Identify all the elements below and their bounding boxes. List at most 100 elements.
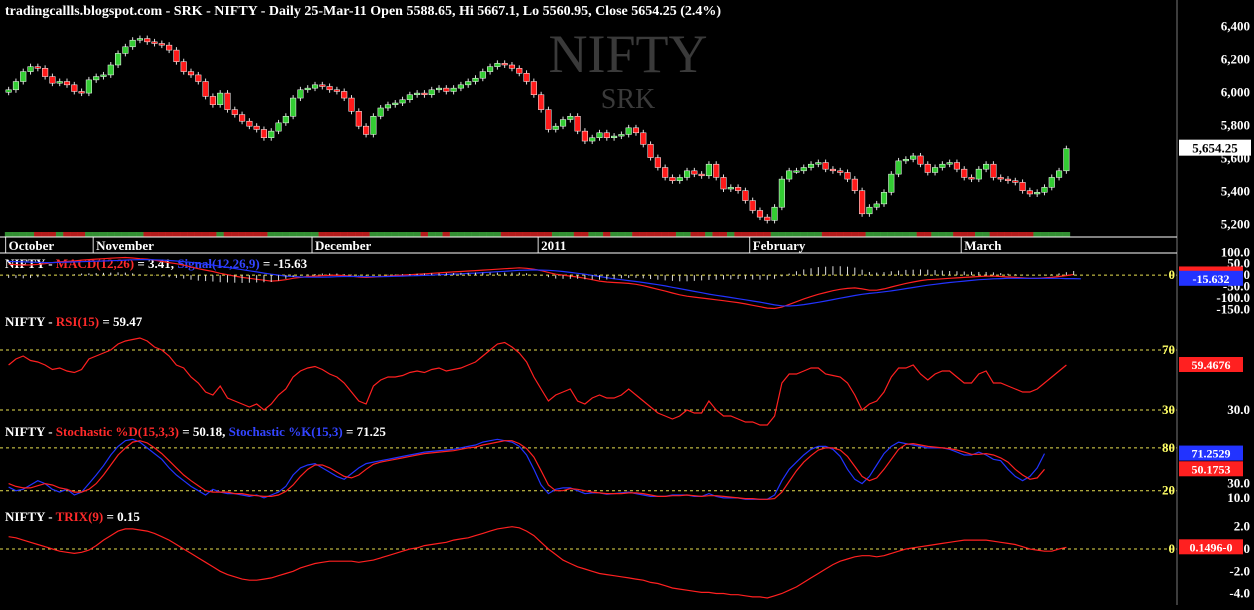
strip-segment [238, 232, 246, 237]
strip-segment [362, 232, 370, 237]
strip-segment [719, 232, 728, 237]
candle-body [705, 163, 712, 177]
strip-segment [296, 232, 305, 237]
candle-body [713, 163, 720, 178]
candle-body [698, 173, 705, 177]
candle-body [975, 168, 982, 180]
strip-segment [843, 232, 852, 237]
strip-segment [617, 232, 626, 237]
candle-body [115, 53, 122, 66]
strip-segment [668, 232, 677, 237]
trix-tick-label: -2.0 [1229, 563, 1250, 578]
strip-segment [916, 232, 925, 237]
candle-body [421, 92, 428, 96]
strip-segment [573, 232, 582, 237]
strip-segment [106, 232, 115, 237]
strip-segment [500, 232, 509, 237]
strip-segment [478, 232, 487, 237]
candle-body [538, 94, 545, 110]
strip-segment [632, 232, 640, 237]
candle-body [851, 178, 858, 191]
candle-body [239, 114, 246, 122]
price-tick-label: 5,800 [1221, 118, 1250, 133]
macd-tick-label: -150.0 [1216, 301, 1250, 316]
trix-last-value-label: 0.1496-0 [1190, 540, 1233, 554]
candle-body [953, 162, 960, 170]
strip-segment [318, 232, 327, 237]
candle-body [443, 87, 450, 92]
strip-segment [245, 232, 254, 237]
strip-segment [931, 232, 939, 237]
strip-segment [727, 232, 735, 237]
candle-body [662, 167, 669, 178]
stoch-d-title-name: Stochastic %D(15,3,3) [56, 424, 179, 439]
strip-segment [165, 232, 173, 237]
macd-last-value-label: -15.632 [1193, 272, 1230, 286]
trix-tick-label: 2.0 [1234, 519, 1250, 534]
candle-body [414, 92, 421, 96]
strip-segment [763, 232, 772, 237]
candle-body [457, 84, 464, 89]
candle-body [968, 177, 975, 180]
strip-segment [282, 232, 290, 237]
strip-segment [909, 232, 917, 237]
candle-body [1012, 180, 1019, 183]
strip-segment [486, 232, 494, 237]
candle-body [326, 86, 333, 91]
rsi-level-label: 70 [1162, 342, 1175, 357]
candle-body [618, 134, 625, 137]
stoch-last-value-label: 71.2529 [1192, 447, 1231, 461]
strip-segment [778, 232, 786, 237]
strip-segment [865, 232, 874, 237]
strip-segment [1018, 232, 1027, 237]
strip-segment [807, 232, 815, 237]
candle-body [983, 163, 990, 170]
strip-segment [559, 232, 567, 237]
strip-segment [595, 232, 604, 237]
strip-segment [544, 232, 553, 237]
strip-segment [194, 232, 203, 237]
candle-body [837, 170, 844, 173]
strip-segment [756, 232, 764, 237]
strip-segment [814, 232, 823, 237]
trix-zero-label: 0 [1169, 541, 1176, 556]
strip-segment [624, 232, 633, 237]
strip-segment [274, 232, 283, 237]
candle-body [654, 157, 661, 168]
strip-segment [398, 232, 407, 237]
month-label: March [964, 238, 1002, 253]
stoch-level-label: 80 [1162, 440, 1175, 455]
watermark-symbol: NIFTY [549, 24, 708, 84]
candle-body [866, 206, 873, 215]
strip-segment [209, 232, 217, 237]
candle-body [946, 162, 953, 165]
candle-body [173, 49, 180, 62]
candle-body [348, 97, 355, 112]
strip-segment [945, 232, 954, 237]
candle-body [209, 96, 216, 105]
candle-body [778, 178, 785, 208]
strip-segment [435, 232, 443, 237]
strip-segment [179, 232, 188, 237]
candle-body [20, 71, 27, 82]
candle-body [552, 125, 559, 130]
trix-title-prefix: NIFTY - [5, 509, 56, 524]
strip-segment [369, 232, 378, 237]
strip-segment [697, 232, 706, 237]
strip-segment [1062, 232, 1071, 237]
candle-body [902, 158, 909, 162]
strip-segment [267, 232, 276, 237]
candle-body [282, 116, 289, 124]
strip-segment [1004, 232, 1012, 237]
candle-body [786, 170, 793, 180]
strip-segment [953, 232, 961, 237]
strip-segment [420, 232, 429, 237]
candle-body [253, 125, 260, 130]
trix-tick-label: 0 [1244, 541, 1251, 556]
strip-segment [333, 232, 341, 237]
candle-body [764, 216, 771, 221]
candle-body [180, 61, 187, 72]
strip-segment [639, 232, 648, 237]
strip-segment [172, 232, 181, 237]
strip-segment [551, 232, 560, 237]
